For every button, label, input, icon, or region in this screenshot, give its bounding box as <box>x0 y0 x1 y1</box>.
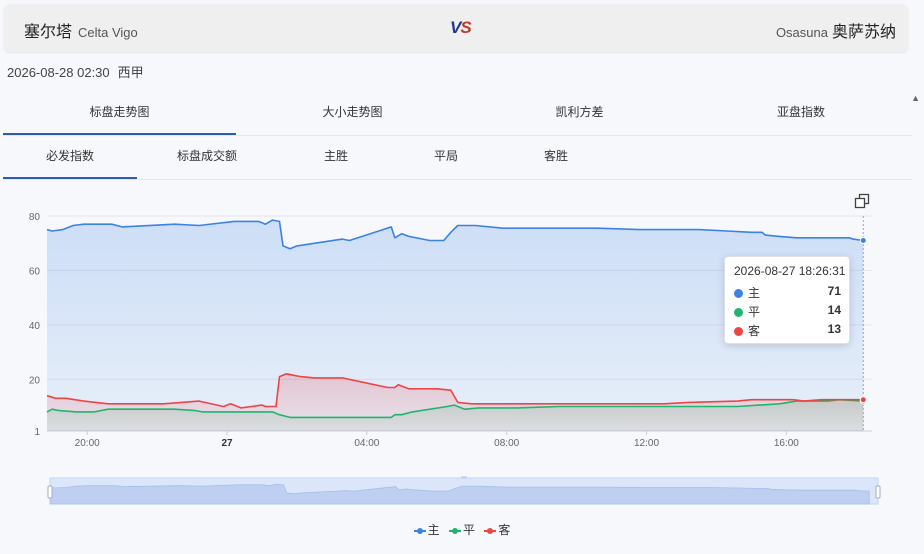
tab-kelly-variance[interactable]: 凯利方差 <box>469 94 690 135</box>
away-team[interactable]: Osasuna 奥萨苏纳 <box>776 18 896 42</box>
odds-trend-chart: 80 60 40 20 1 20:00 27 04:00 08:00 12:00 16:00 <box>29 212 881 505</box>
caret-up-icon[interactable]: ▲ <box>911 93 920 103</box>
match-info: 2026-08-28 02:30 西甲 <box>7 62 144 81</box>
secondary-tabs: 必发指数 标盘成交额 主胜 平局 客胜 <box>3 136 912 180</box>
x-tick-label: 12:00 <box>634 438 659 449</box>
match-header: 塞尔塔 Celta Vigo VS Osasuna 奥萨苏纳 <box>4 4 908 52</box>
away-team-name-en: Osasuna <box>775 25 828 40</box>
y-tick-label: 40 <box>29 321 41 332</box>
y-tick-label: 80 <box>29 212 41 223</box>
zoom-handle-left[interactable] <box>47 485 53 499</box>
tooltip-row-draw: 平 14 <box>734 303 841 319</box>
tooltip-row-home: 主 71 <box>734 284 841 300</box>
match-datetime: 2026-08-28 02:30 <box>7 65 110 80</box>
tab-away-win[interactable]: 客胜 <box>497 136 615 179</box>
away-dot-icon <box>734 327 743 337</box>
vs-logo: VS <box>450 18 472 37</box>
legend-item-draw[interactable]: 平 <box>448 521 475 538</box>
tab-betfair-index[interactable]: 必发指数 <box>3 136 137 179</box>
x-tick-label: 16:00 <box>774 438 799 449</box>
y-tick-label: 1 <box>34 427 40 438</box>
tab-standard-odds-trend[interactable]: 标盘走势图 <box>3 94 236 135</box>
x-tick-label: 27 <box>221 438 233 449</box>
home-team-name-en: Celta Vigo <box>78 25 138 40</box>
tab-draw[interactable]: 平局 <box>395 136 497 179</box>
tooltip-row-away: 客 13 <box>734 322 841 338</box>
x-tick-label: 04:00 <box>354 438 379 449</box>
tab-standard-volume[interactable]: 标盘成交额 <box>137 136 277 179</box>
tab-over-under-trend[interactable]: 大小走势图 <box>236 94 469 135</box>
draw-dot-icon <box>734 308 743 318</box>
primary-tabs: 标盘走势图 大小走势图 凯利方差 亚盘指数 <box>3 94 912 136</box>
home-dot-icon <box>734 289 743 299</box>
home-team[interactable]: 塞尔塔 Celta Vigo <box>24 18 138 42</box>
legend-item-home[interactable]: 主 <box>413 521 440 538</box>
y-tick-label: 20 <box>29 375 41 386</box>
zoom-move-handle[interactable] <box>461 476 467 479</box>
home-team-name-cn: 塞尔塔 <box>24 24 73 41</box>
hover-point-home <box>859 236 867 244</box>
away-team-name-cn: 奥萨苏纳 <box>831 24 896 41</box>
chart-legend: 主 平 客 <box>0 521 924 538</box>
hover-point-away <box>859 396 867 404</box>
y-tick-label: 60 <box>29 266 41 277</box>
x-tick-label: 20:00 <box>75 438 100 449</box>
league-name: 西甲 <box>117 65 144 80</box>
zoom-handle-right[interactable] <box>875 485 881 499</box>
x-tick-label: 08:00 <box>494 438 519 449</box>
tooltip-time: 2026-08-27 18:26:31 <box>734 264 846 278</box>
tab-home-win[interactable]: 主胜 <box>277 136 395 179</box>
legend-item-away[interactable]: 客 <box>484 521 510 538</box>
tab-asian-handicap[interactable]: 亚盘指数 <box>690 94 912 135</box>
chart-tooltip: 2026-08-27 18:26:31 主 71 平 14 客 13 <box>724 256 850 344</box>
